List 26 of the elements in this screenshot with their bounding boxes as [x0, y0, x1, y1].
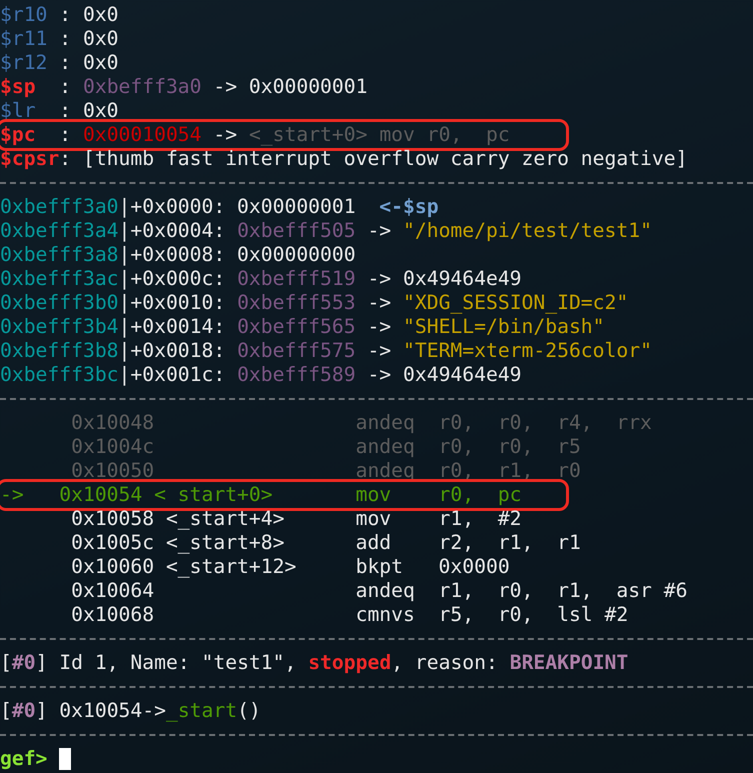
terminal-line: 0x10048 andeq r0, r0, r4, rrx [70, 411, 652, 435]
terminal-line: $sp : 0xbefff3a0 -> 0x00000001 [0, 75, 368, 99]
terminal-line: 0xbefff3a4|+0x0004: 0xbefff505 -> "/home/pi/test/test1" [0, 219, 652, 243]
text-cursor[interactable] [59, 748, 72, 770]
terminal-line: 0xbefff3b4|+0x0014: 0xbefff565 -> "SHELL=/bin/bash" [0, 315, 605, 339]
terminal-line: $lr : 0x0 [0, 99, 119, 123]
terminal-line: 0x10058 <_start+4> mov r1, #2 [70, 507, 522, 531]
terminal-line: $r10 : 0x0 [0, 3, 119, 27]
terminal-line: 0x10064 andeq r1, r0, r1, asr #6 [70, 579, 688, 603]
terminal-line: 0x1005c <_start+8> add r2, r1, r1 [70, 531, 581, 555]
terminal-line: [#0] Id 1, Name: "test1", stopped, reason: BREAKPOINT [0, 651, 628, 675]
terminal-line: 0xbefff3bc|+0x001c: 0xbefff589 -> 0x49464e49 [0, 363, 522, 387]
prompt: gef> [0, 748, 48, 770]
terminal-line: 0xbefff3b0|+0x0010: 0xbefff553 -> "XDG_SESSION_ID=c2" [0, 291, 628, 315]
terminal-line: $r12 : 0x0 [0, 51, 119, 75]
terminal-line: 0xbefff3ac|+0x000c: 0xbefff519 -> 0x49464e49 [0, 267, 522, 291]
terminal-line: 0x1004c andeq r0, r0, r5 [70, 435, 581, 459]
terminal-line: $cpsr: [thumb fast interrupt overflow carry zero negative] [0, 147, 688, 171]
terminal-line: 0x10060 <_start+12> bkpt 0x0000 [70, 555, 510, 579]
terminal-line: $r11 : 0x0 [0, 27, 119, 51]
terminal-line: 0xbefff3b8|+0x0018: 0xbefff575 -> "TERM=xterm-256color" [0, 339, 652, 363]
terminal-line: 0xbefff3a8|+0x0008: 0x00000000 [0, 243, 356, 267]
terminal-line: 0xbefff3a0|+0x0000: 0x00000001 <-$sp [0, 195, 439, 219]
terminal-line: 0x10068 cmnvs r5, r0, lsl #2 [70, 603, 628, 627]
terminal-line: [#0] 0x10054->_start() [0, 699, 261, 723]
terminal-line: 0x10050 andeq r0, r1, r0 [70, 459, 581, 483]
